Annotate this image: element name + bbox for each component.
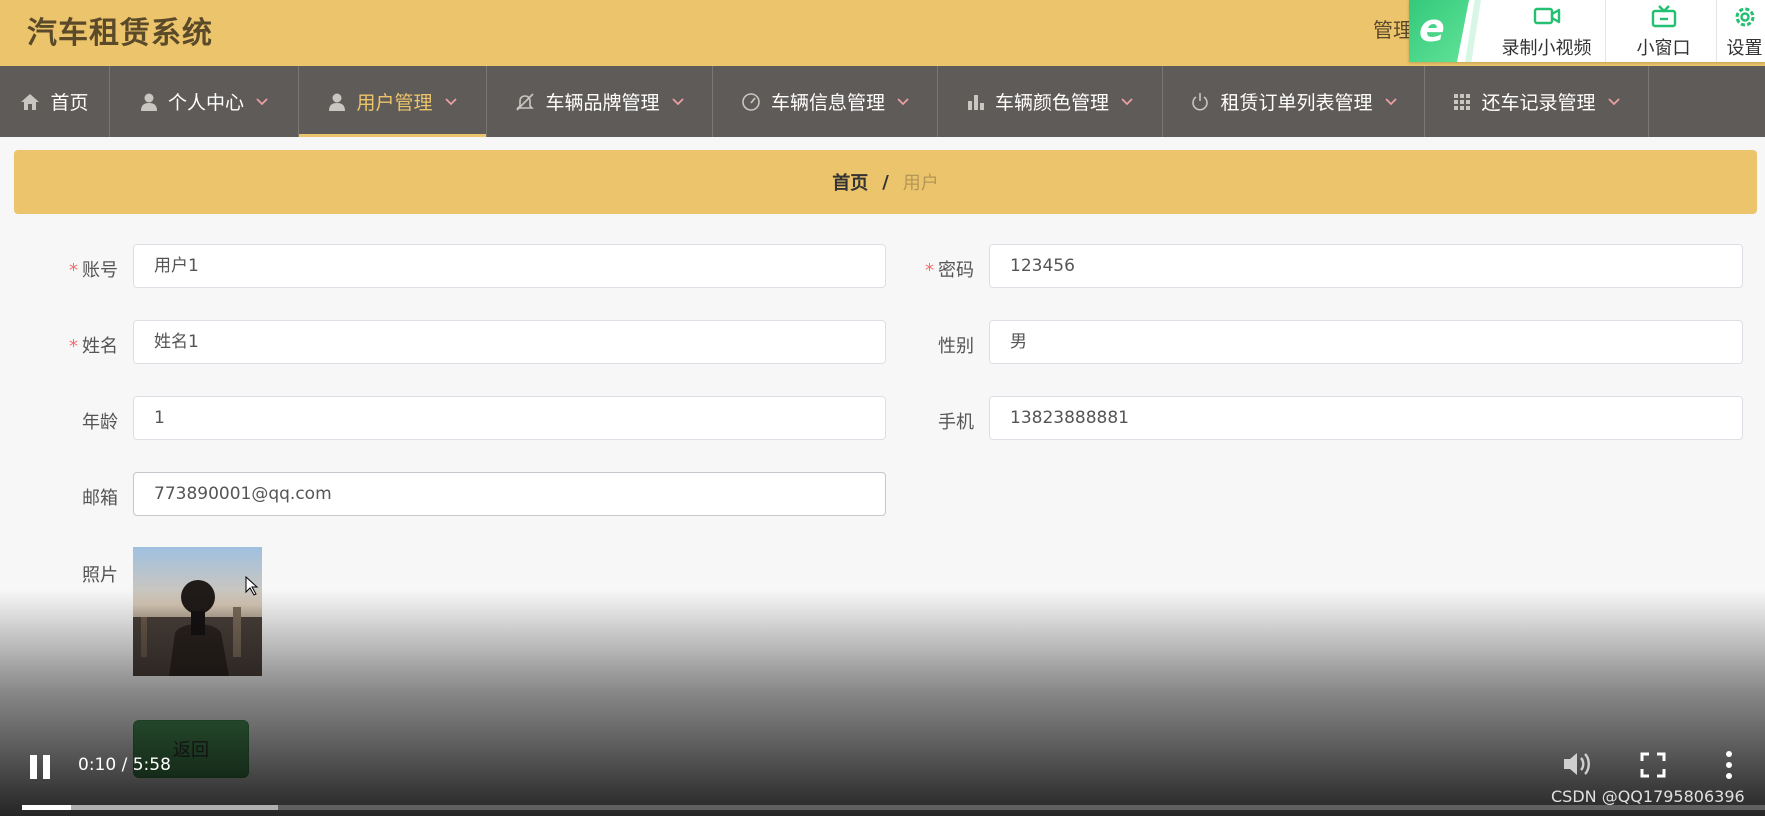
toolbar-separator (1716, 0, 1717, 62)
chevron-down-icon (256, 97, 268, 106)
nav-item-color-management[interactable]: 车辆颜色管理 (938, 66, 1163, 137)
video-camera-icon (1489, 0, 1604, 34)
nav-item-return-record-management[interactable]: 还车记录管理 (1425, 66, 1649, 137)
chevron-down-icon (444, 97, 457, 106)
email-input[interactable]: 773890001@qq.com (133, 472, 886, 516)
gauge-icon (741, 92, 761, 112)
password-label: * 密码 (925, 260, 974, 281)
record-video-button[interactable]: 录制小视频 (1489, 0, 1604, 62)
toolbar-separator (1605, 0, 1606, 62)
phone-label: 手机 (938, 412, 974, 433)
grid-icon (1453, 93, 1471, 111)
main-nav: 首页 个人中心 用户管理 车辆品牌管理 车辆信息管理 车辆颜色管理 租赁订单列表… (0, 66, 1765, 137)
nav-item-label: 还车记录管理 (1481, 92, 1596, 114)
record-video-label: 录制小视频 (1501, 38, 1592, 59)
nav-item-label: 租赁订单列表管理 (1220, 92, 1373, 114)
home-icon (20, 93, 40, 111)
app-title: 汽车租赁系统 (27, 16, 213, 51)
phone-input[interactable]: 13823888881 (989, 396, 1743, 440)
chevron-down-icon (1607, 97, 1620, 106)
breadcrumb-current: 用户 (902, 173, 939, 194)
chevron-down-icon (897, 97, 909, 106)
name-input[interactable]: 姓名1 (133, 320, 886, 364)
nav-item-rental-order-management[interactable]: 租赁订单列表管理 (1163, 66, 1425, 137)
bell-icon (515, 92, 535, 112)
password-input[interactable]: 123456 (989, 244, 1743, 288)
csdn-watermark: CSDN @QQ1795806396 (1551, 787, 1745, 806)
bar-chart-icon (967, 93, 985, 111)
nav-item-label: 车辆信息管理 (770, 92, 885, 114)
tv-icon (1616, 0, 1711, 34)
toolbar-divider (1465, 0, 1481, 62)
nav-item-brand-management[interactable]: 车辆品牌管理 (487, 66, 713, 137)
gender-label: 性别 (938, 336, 974, 357)
pause-button[interactable] (28, 753, 54, 779)
nav-item-user-management[interactable]: 用户管理 (299, 66, 487, 137)
playback-time: 0:10 / 5:58 (78, 755, 171, 775)
account-label: * 账号 (69, 260, 118, 281)
age-label: 年龄 (82, 412, 118, 433)
account-input[interactable]: 用户1 (133, 244, 886, 288)
chevron-down-icon (671, 97, 684, 106)
gender-input[interactable]: 男 (989, 320, 1743, 364)
power-icon (1190, 92, 1210, 112)
mini-window-button[interactable]: 小窗口 (1616, 0, 1711, 62)
user-photo[interactable] (133, 547, 262, 676)
chevron-down-icon (1384, 97, 1397, 106)
video-controls-overlay (0, 590, 1765, 816)
nav-item-label: 车辆品牌管理 (545, 92, 660, 114)
name-label: * 姓名 (69, 336, 118, 357)
email-label: 邮箱 (82, 488, 118, 509)
browser-video-toolbar: e 录制小视频 小窗口 设置 (1409, 0, 1765, 62)
browser-logo-icon: e (1409, 0, 1469, 62)
nav-item-label: 车辆颜色管理 (994, 92, 1109, 114)
photo-label: 照片 (82, 565, 118, 586)
mini-window-label: 小窗口 (1636, 38, 1691, 59)
more-options-icon[interactable] (1724, 750, 1734, 784)
user-icon (140, 92, 158, 112)
breadcrumb-separator: / (882, 171, 889, 193)
fullscreen-icon[interactable] (1640, 752, 1666, 782)
nav-item-personal-center[interactable]: 个人中心 (110, 66, 299, 137)
volume-icon[interactable] (1562, 749, 1594, 783)
breadcrumb-home[interactable]: 首页 (832, 169, 868, 195)
admin-label[interactable]: 管理 (1373, 14, 1413, 43)
nav-item-home[interactable]: 首页 (0, 66, 110, 137)
chevron-down-icon (1121, 97, 1133, 106)
settings-button[interactable]: 设置 (1724, 0, 1765, 62)
settings-label: 设置 (1726, 38, 1763, 59)
video-played-fill (22, 805, 71, 810)
user-icon (328, 92, 346, 112)
nav-item-label: 首页 (50, 92, 89, 114)
nav-item-label: 用户管理 (356, 92, 433, 114)
gear-icon (1724, 0, 1765, 34)
breadcrumb: 首页 / 用户 (14, 150, 1757, 214)
video-progress-bar[interactable] (22, 805, 1765, 810)
age-input[interactable]: 1 (133, 396, 886, 440)
nav-item-vehicle-info-management[interactable]: 车辆信息管理 (713, 66, 938, 137)
nav-item-label: 个人中心 (167, 92, 244, 114)
